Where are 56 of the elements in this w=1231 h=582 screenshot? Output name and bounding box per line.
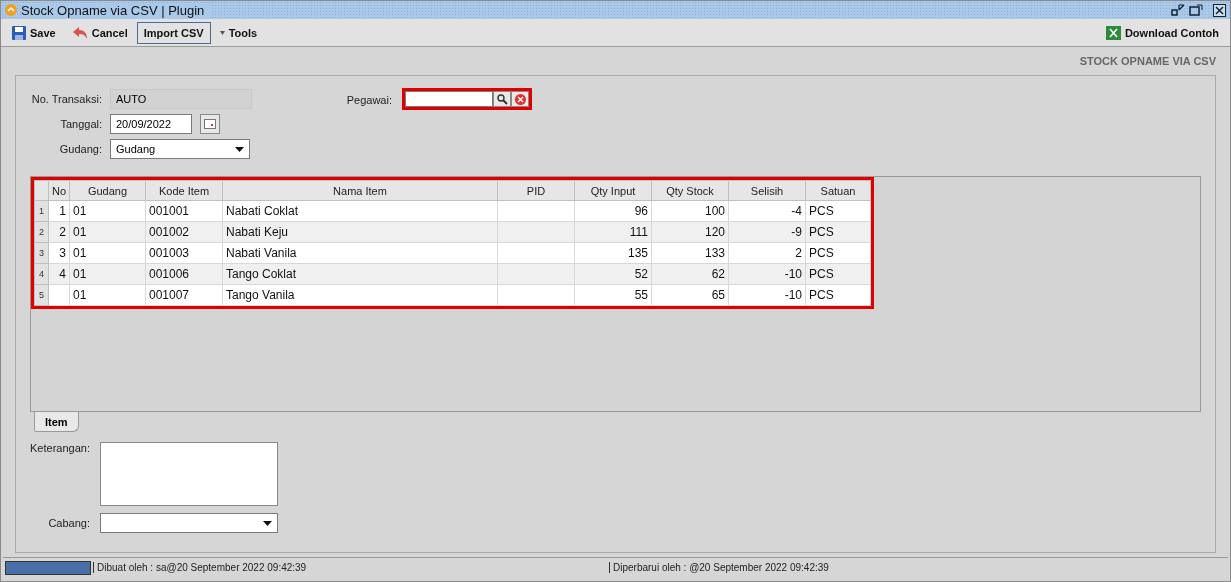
download-button[interactable]: Download Contoh	[1098, 21, 1226, 44]
row-number: 5	[34, 284, 49, 306]
clear-icon	[514, 93, 526, 105]
table-cell: Nabati Vanila	[222, 242, 498, 264]
table-cell: Tango Vanila	[222, 284, 498, 306]
field-label: Keterangan:	[30, 442, 90, 456]
dropdown-caret-icon	[263, 520, 272, 526]
column-header[interactable]: Gudang	[69, 180, 146, 201]
column-header[interactable]: Selisih	[728, 180, 806, 201]
column-header[interactable]: Qty Input	[574, 180, 652, 201]
column-header[interactable]: Qty Stock	[651, 180, 729, 201]
field-label: Pegawai:	[345, 94, 392, 106]
status-text: Diperbarui oleh : @20 September 2022 09:42:39	[609, 562, 1009, 573]
column-header[interactable]: Satuan	[805, 180, 871, 201]
field-label: Gudang:	[58, 143, 102, 155]
column-header[interactable]: PID	[497, 180, 575, 201]
tab[interactable]: Item	[34, 412, 79, 432]
caret-icon	[219, 30, 225, 35]
table-cell: Nabati Keju	[222, 221, 498, 243]
field-label: Cabang:	[47, 517, 90, 529]
dropdown-caret-icon	[235, 146, 244, 152]
date-field[interactable]: 20/09/2022	[110, 114, 192, 134]
app-logo-icon	[5, 4, 17, 16]
close-icon[interactable]	[1213, 3, 1226, 17]
status-text: Dibuat oleh : sa@20 September 2022 09:42:39	[93, 562, 609, 573]
toolbar-button[interactable]: Import CSV	[136, 21, 211, 44]
column-header[interactable]: Nama Item	[222, 180, 498, 201]
notes-field[interactable]	[100, 442, 278, 506]
warehouse-dropdown[interactable]: Gudang	[110, 139, 250, 159]
column-header[interactable]: Kode Item	[145, 180, 223, 201]
toolbar-button[interactable]: Tools	[212, 21, 265, 44]
employee-field[interactable]	[405, 91, 493, 107]
page-heading: STOCK OPNAME VIA CSV	[1079, 55, 1216, 67]
toolbar-button[interactable]: Cancel	[64, 21, 135, 44]
undo-arrow-icon	[71, 25, 88, 40]
calendar-button[interactable]	[200, 114, 220, 134]
row-number: 3	[34, 242, 49, 264]
calendar-icon	[204, 119, 216, 129]
field-label: No. Transaksi:	[30, 93, 102, 105]
column-header[interactable]: No	[48, 180, 70, 201]
search-button[interactable]	[493, 91, 511, 107]
transaction-number-field[interactable]: AUTO	[110, 89, 252, 109]
branch-dropdown[interactable]	[100, 513, 278, 533]
row-number: 2	[34, 221, 49, 243]
minimize-icon[interactable]	[1171, 4, 1185, 16]
row-number: 1	[34, 200, 49, 222]
table-cell: Nabati Coklat	[222, 200, 498, 222]
field-label: Tanggal:	[59, 118, 102, 130]
toolbar-button[interactable]: Save	[5, 21, 63, 44]
table-cell: Tango Coklat	[222, 263, 498, 285]
restore-icon[interactable]	[1189, 4, 1203, 16]
row-number: 4	[34, 263, 49, 285]
window-title: Stock Opname via CSV | Plugin	[21, 2, 211, 18]
spreadsheet-icon	[1105, 25, 1121, 40]
search-icon	[496, 93, 508, 105]
clear-button[interactable]	[511, 91, 529, 107]
